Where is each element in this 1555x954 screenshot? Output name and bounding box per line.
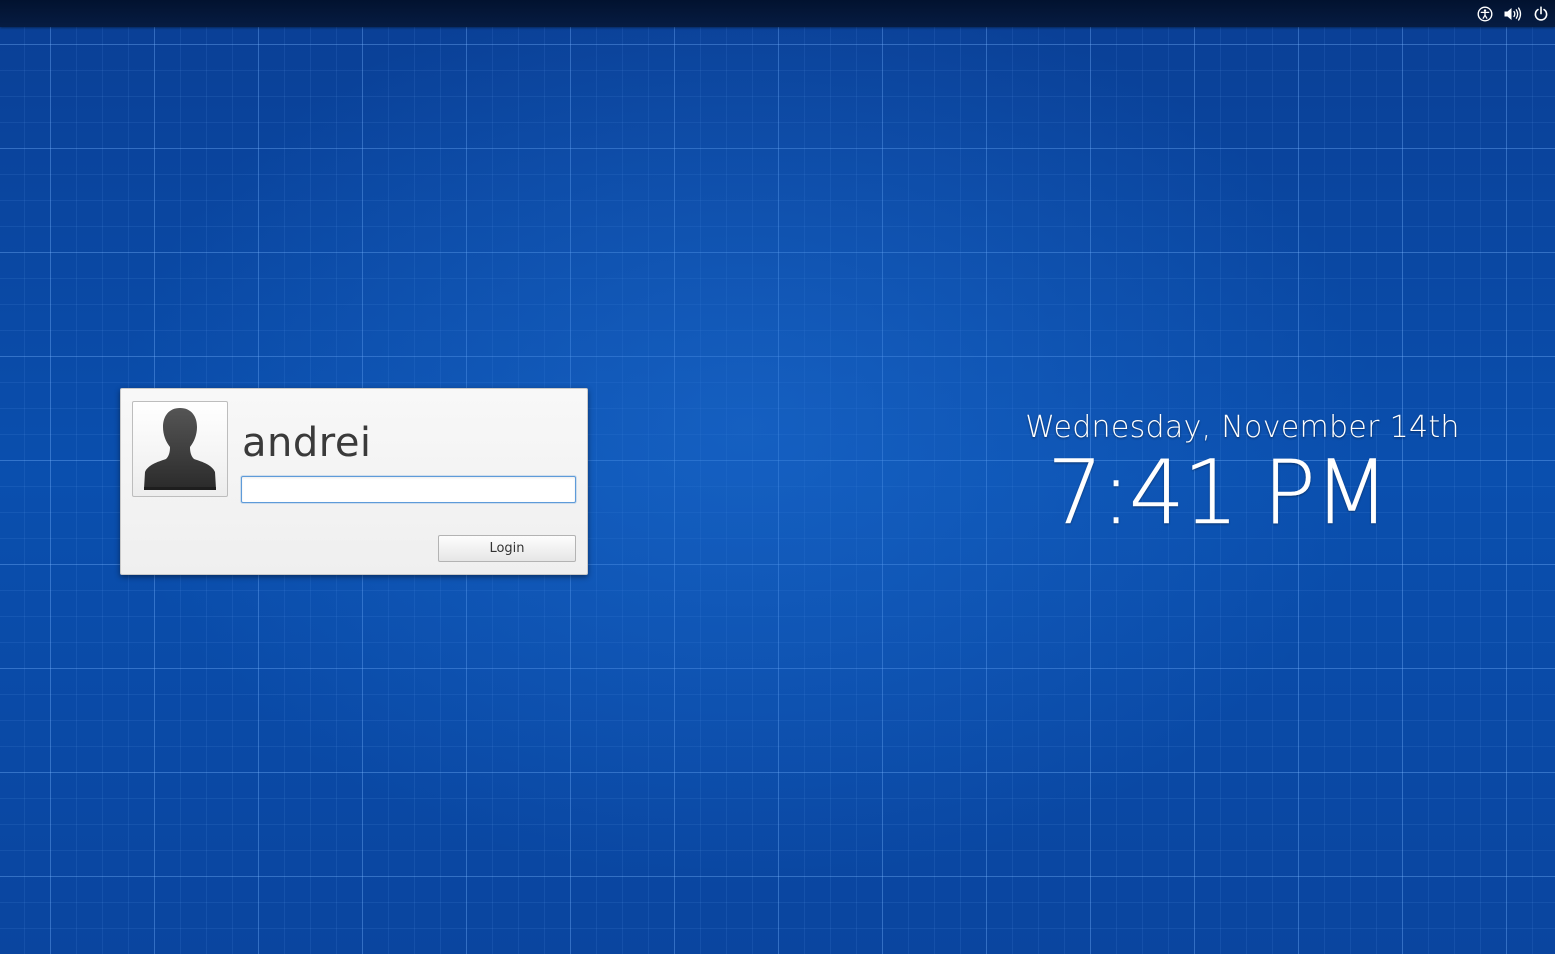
power-icon (1534, 5, 1548, 21)
clock-time: 7:41 PM (1047, 441, 1390, 544)
clock: Wednesday, November 14th 7:41 PM (1000, 405, 1485, 541)
login-card: andrei Login (120, 388, 588, 575)
accessibility-indicator[interactable] (1471, 0, 1499, 27)
volume-indicator[interactable] (1499, 0, 1527, 27)
username-label: andrei (242, 420, 372, 466)
password-input[interactable] (241, 476, 576, 503)
panel-indicators (1471, 0, 1555, 27)
accessibility-icon (1477, 5, 1493, 22)
volume-icon (1504, 6, 1522, 21)
user-silhouette-icon (144, 408, 216, 490)
avatar (132, 401, 228, 497)
power-indicator[interactable] (1527, 0, 1555, 27)
top-panel (0, 0, 1555, 27)
login-button[interactable]: Login (438, 535, 576, 562)
